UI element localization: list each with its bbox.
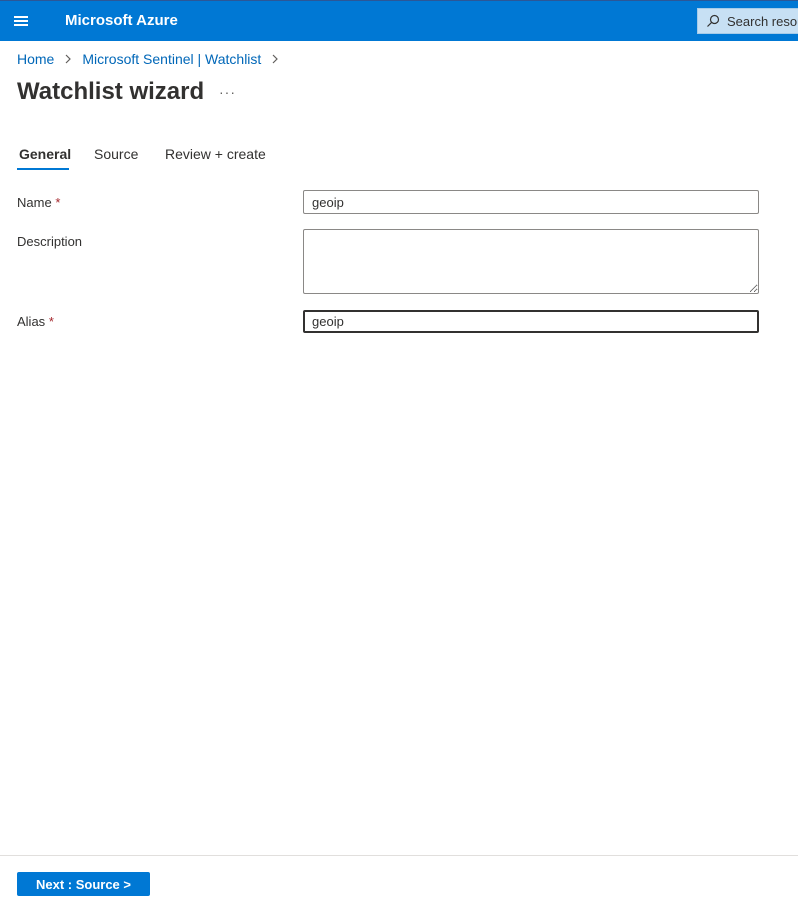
description-label-text: Description xyxy=(17,234,83,249)
name-label-text: Name xyxy=(17,195,52,210)
alias-label-text: Alias xyxy=(17,314,46,329)
alias-input[interactable] xyxy=(303,310,759,333)
search-placeholder: Search resou xyxy=(727,13,798,29)
name-label: Name * xyxy=(17,195,60,210)
required-marker: * xyxy=(55,195,61,210)
alias-label: Alias * xyxy=(17,314,54,329)
top-nav-bar: Microsoft Azure Search resou xyxy=(0,0,798,41)
chevron-right-icon xyxy=(65,54,72,64)
tab-source[interactable]: Source xyxy=(94,146,138,162)
breadcrumb: Home Microsoft Sentinel | Watchlist xyxy=(17,51,289,67)
breadcrumb-home[interactable]: Home xyxy=(17,51,54,67)
portal-brand[interactable]: Microsoft Azure xyxy=(65,12,178,29)
name-input[interactable] xyxy=(303,190,759,214)
chevron-right-icon xyxy=(272,54,279,64)
global-search-box[interactable]: Search resou xyxy=(697,8,798,34)
tab-general[interactable]: General xyxy=(19,146,71,162)
description-label: Description xyxy=(17,234,82,249)
required-marker: * xyxy=(48,314,54,329)
description-textarea[interactable] xyxy=(303,229,759,294)
page-title: Watchlist wizard xyxy=(17,78,205,105)
next-source-button[interactable]: Next : Source > xyxy=(17,872,150,896)
more-options-button[interactable]: ··· xyxy=(219,84,236,100)
footer-divider xyxy=(0,855,798,856)
search-icon xyxy=(707,14,720,27)
breadcrumb-sentinel-watchlist[interactable]: Microsoft Sentinel | Watchlist xyxy=(82,51,261,67)
active-tab-indicator xyxy=(17,168,69,170)
tab-review-create[interactable]: Review + create xyxy=(165,146,266,162)
hamburger-menu-icon[interactable] xyxy=(12,13,30,29)
